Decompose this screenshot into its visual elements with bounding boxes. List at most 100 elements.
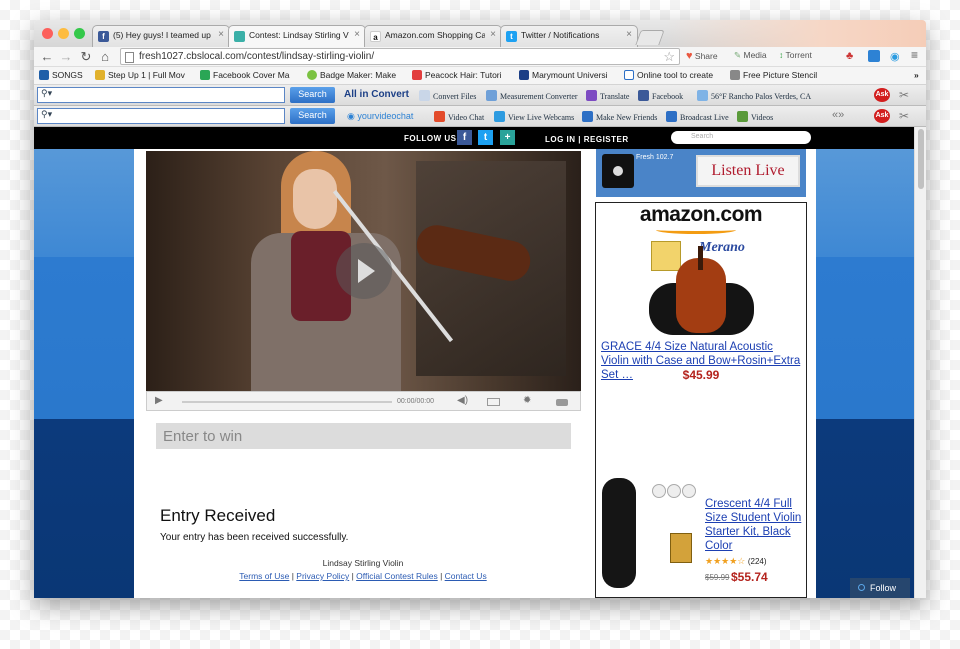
forward-icon[interactable]: → xyxy=(59,49,73,64)
translate-button[interactable]: Translate xyxy=(586,90,629,101)
page-scrollbar[interactable] xyxy=(914,127,926,598)
captions-icon[interactable] xyxy=(487,398,500,406)
bookmark-star-icon[interactable]: ☆ xyxy=(663,49,675,65)
register-link[interactable]: REGISTER xyxy=(584,135,629,144)
facebook-icon[interactable]: f xyxy=(457,130,472,145)
bookmark-step-up[interactable]: Step Up 1 | Full Mov xyxy=(95,70,188,80)
reload-icon[interactable]: ↻ xyxy=(79,49,93,65)
video-controls: ▶ 00:00/00:00 ◀) ✹ xyxy=(146,391,581,411)
follow-us-label: FOLLOW US xyxy=(404,134,457,143)
bookmark-marymount[interactable]: Marymount Universi xyxy=(519,70,612,80)
bookmark-icon xyxy=(730,70,740,80)
twitter-icon[interactable]: t xyxy=(478,130,493,145)
extension-icon[interactable]: ♣ xyxy=(846,50,853,62)
videos-button[interactable]: Videos xyxy=(737,111,773,122)
ask-icon[interactable]: Ask xyxy=(874,88,890,102)
strings-package-image[interactable] xyxy=(651,241,681,271)
more-bookmarks-icon[interactable]: » xyxy=(914,70,919,80)
follow-button[interactable]: Follow xyxy=(850,578,910,598)
share-plus-icon[interactable]: + xyxy=(500,130,515,145)
menu-icon[interactable]: ≡ xyxy=(911,48,918,62)
contact-us-link[interactable]: Contact Us xyxy=(445,571,487,581)
contest-rules-link[interactable]: Official Contest Rules xyxy=(356,571,438,581)
toolbar-search-button[interactable]: Search xyxy=(290,87,335,103)
item-label: Convert Files xyxy=(433,92,477,101)
bookmark-peacock-hair[interactable]: Peacock Hair: Tutori xyxy=(412,70,505,80)
fullscreen-icon[interactable] xyxy=(556,399,568,406)
webcams-button[interactable]: View Live Webcams xyxy=(494,111,574,122)
allinconvert-logo[interactable]: All in Convert xyxy=(344,89,409,100)
share-button[interactable]: ♥ Share xyxy=(686,50,718,62)
bookmark-facebook-cover[interactable]: Facebook Cover Ma xyxy=(200,70,293,80)
play-button-icon[interactable] xyxy=(336,243,392,299)
extension-search-icon[interactable]: ◉ xyxy=(890,50,900,63)
listen-live-button[interactable]: Listen Live xyxy=(696,155,800,187)
weather-button[interactable]: 56°F Rancho Palos Verdes, CA xyxy=(697,90,811,101)
media-icon: ✎ xyxy=(734,50,742,60)
merano-brand: Merano xyxy=(699,240,745,255)
listen-live-banner[interactable]: Fresh 102.7 Listen Live xyxy=(596,149,806,197)
ruler-icon xyxy=(486,90,497,101)
back-icon[interactable]: ← xyxy=(40,49,54,64)
close-tab-icon[interactable]: × xyxy=(354,29,360,40)
bookmark-badge-maker[interactable]: Badge Maker: Make xyxy=(307,70,400,80)
minimize-window-button[interactable] xyxy=(58,28,69,39)
tab-amazon[interactable]: a Amazon.com Shopping Ca × xyxy=(364,25,502,47)
tab-twitter[interactable]: t Twitter / Notifications × xyxy=(500,25,638,47)
play-icon[interactable]: ▶ xyxy=(155,395,163,406)
seek-bar[interactable] xyxy=(182,401,392,403)
close-tab-icon[interactable]: × xyxy=(490,29,496,40)
item-label: 56°F Rancho Palos Verdes, CA xyxy=(711,92,812,101)
address-bar[interactable]: fresh1027.cbslocal.com/contest/lindsay-s… xyxy=(120,48,680,65)
amazon-ad: amazon.com Merano GRACE 4/4 Size Natural… xyxy=(595,202,807,598)
product2-title-link[interactable]: Crescent 4/4 Full Size Student Violin St… xyxy=(705,497,805,553)
ask-icon[interactable]: Ask xyxy=(874,109,890,123)
violin-kit-image[interactable] xyxy=(600,478,700,590)
torrent-button[interactable]: ↕ Torrent xyxy=(779,50,812,60)
settings-gear-icon[interactable]: ✹ xyxy=(523,395,531,406)
bookmark-icon xyxy=(39,70,49,80)
toolbar-search-button[interactable]: Search xyxy=(290,108,335,124)
extension-square-icon[interactable] xyxy=(868,50,880,62)
media-button[interactable]: ✎ Media xyxy=(734,50,767,61)
new-tab-button[interactable] xyxy=(635,30,665,45)
bookmark-songs[interactable]: SONGS xyxy=(39,70,83,80)
terms-of-use-link[interactable]: Terms of Use xyxy=(239,571,289,581)
scrollbar-thumb[interactable] xyxy=(918,129,924,189)
tools-icon[interactable]: ✂ xyxy=(899,109,909,124)
site-search-input[interactable]: Search xyxy=(671,131,811,144)
convert-files-button[interactable]: Convert Files xyxy=(419,90,476,101)
video-chat-button[interactable]: Video Chat xyxy=(434,111,484,122)
tab-label: Twitter / Notifications xyxy=(521,30,600,40)
new-friends-button[interactable]: Make New Friends xyxy=(582,111,657,122)
translate-icon xyxy=(586,90,597,101)
bookmark-label: Marymount Universi xyxy=(532,70,608,80)
volume-icon[interactable]: ◀) xyxy=(457,395,468,406)
measurement-converter-button[interactable]: Measurement Converter xyxy=(486,90,578,101)
close-tab-icon[interactable]: × xyxy=(626,29,632,40)
facebook-toolbar-button[interactable]: Facebook xyxy=(638,90,683,101)
heart-icon: ♥ xyxy=(686,50,693,62)
broadcast-live-button[interactable]: Broadcast Live xyxy=(666,111,729,122)
violin-product-image[interactable] xyxy=(676,246,726,333)
amazon-logo[interactable]: amazon.com xyxy=(596,203,806,227)
login-link[interactable]: LOG IN xyxy=(545,135,576,144)
entry-received-title: Entry Received xyxy=(160,506,276,525)
tools-icon[interactable]: ✂ xyxy=(899,88,909,103)
privacy-policy-link[interactable]: Privacy Policy xyxy=(296,571,349,581)
twitter-icon: t xyxy=(506,31,517,42)
scroll-toolbar-arrows-icon[interactable]: «» xyxy=(832,109,844,121)
toolbar-search-input[interactable]: ⚲▾ xyxy=(37,87,285,103)
bookmark-picture-stencil[interactable]: Free Picture Stencil xyxy=(730,70,823,80)
maximize-window-button[interactable] xyxy=(74,28,85,39)
login-register: LOG IN | REGISTER xyxy=(545,135,629,144)
yourvideochat-logo[interactable]: ◉ yourvideochat xyxy=(347,111,413,122)
bookmark-online-tool[interactable]: Online tool to create xyxy=(624,70,717,80)
tab-contest[interactable]: Contest: Lindsay Stirling V × xyxy=(228,25,366,47)
home-icon[interactable]: ⌂ xyxy=(98,49,112,64)
tab-facebook[interactable]: f (5) Hey guys! I teamed up × xyxy=(92,25,230,47)
close-window-button[interactable] xyxy=(42,28,53,39)
video-player[interactable] xyxy=(146,151,581,391)
close-tab-icon[interactable]: × xyxy=(218,29,224,40)
toolbar-search-input[interactable]: ⚲▾ xyxy=(37,108,285,124)
